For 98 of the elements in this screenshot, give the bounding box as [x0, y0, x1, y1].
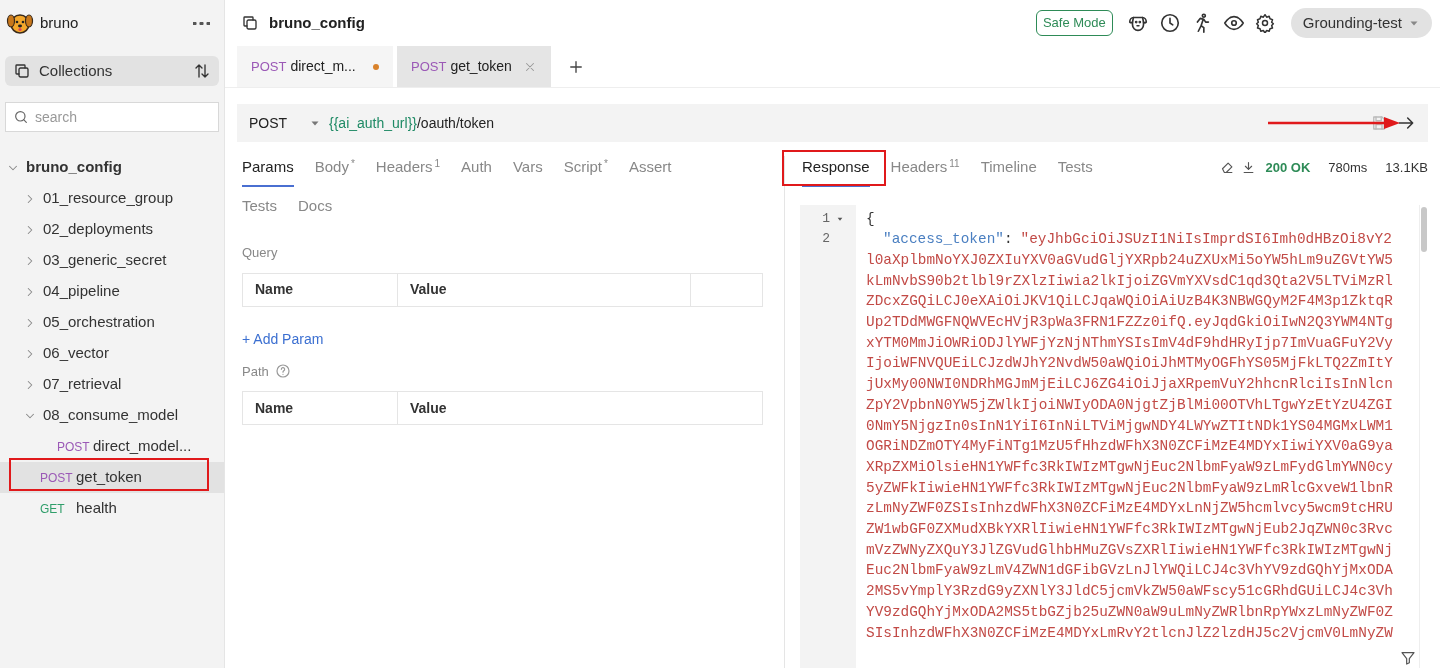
url-text: {{ai_auth_url}}/oauth/token: [329, 113, 495, 133]
panel-tab[interactable]: Vars: [512, 156, 543, 187]
safe-mode-badge[interactable]: Safe Mode: [1035, 10, 1113, 36]
settings-icon: [1254, 13, 1275, 33]
json-string: jUxMy00NWI0NDRhMGJmMjEiLCJ6ZG4iOiJjaXRpemVuY2hhcnRlciIsInNlcn: [866, 375, 1394, 395]
copy-icon: [13, 62, 31, 80]
response-time: 780ms: [1328, 159, 1368, 177]
request-item[interactable]: POST direct_model...: [0, 431, 224, 462]
json-string: "eyJhbGciOiJSUzI1NiIsImprdSI6Imh0dHBzOi8vY2: [1020, 230, 1392, 250]
line-number: 2: [822, 230, 830, 249]
download-icon: [1240, 160, 1256, 176]
folder-name: 04_pipeline: [43, 281, 120, 302]
request-item[interactable]: GET health: [0, 493, 224, 524]
folder-item[interactable]: 06_vector: [0, 338, 224, 369]
column-header: Name: [243, 273, 398, 306]
sort-icon: [193, 62, 211, 80]
folder-item[interactable]: 04_pipeline: [0, 276, 224, 307]
json-string: zLmNyZWF0ZSIsInhzdWFhX3N0ZCFiMzE4MDYxLnNjZW5hcmlvcy5wcm9tcHRU: [866, 499, 1394, 519]
folder-name: 06_vector: [43, 343, 109, 364]
eraser-icon: [1219, 160, 1235, 176]
column-header: Value: [409, 398, 448, 418]
column-header: Value: [409, 280, 448, 299]
section-label: Path: [242, 362, 269, 381]
environment-dropdown[interactable]: Grounding-test: [1290, 8, 1432, 38]
json-string: mVzZWNyZXQuY3JlZGVudGlhbHMuZGVsZXRlIiwieHN1YWFfc3RkIWIzMTgwNj: [866, 540, 1394, 560]
line-number: 1: [822, 209, 830, 228]
add-param-link[interactable]: + Add Param: [242, 328, 324, 350]
json-colon: :: [1003, 230, 1013, 250]
request-name: get_token: [76, 467, 142, 488]
save-icon: [1370, 114, 1388, 132]
json-string: Up2TDdMWGFNQWVEcHVjR3pWa3FRN1FZZz0ifQ.eyJqdGkiOiIwN2Q3YWM4NTg: [866, 313, 1394, 332]
column-header: Name: [243, 392, 398, 424]
clock-icon: [1158, 12, 1181, 34]
help-icon: [274, 363, 291, 380]
copy-icon: [241, 14, 259, 32]
json-string: 2MS5vYmplY3RzdG9yZXNlY3JldC5jcmVkZW50aWFscy51cGRhdGUiLCJ4c3Vh: [866, 582, 1394, 602]
panel-tab[interactable]: Timeline: [980, 156, 1037, 187]
folder-item[interactable]: 08_consume_model: [0, 400, 224, 431]
folder-item[interactable]: 02_deployments: [0, 214, 224, 245]
collection-item[interactable]: bruno_config: [0, 152, 224, 183]
json-key: "access_token": [883, 229, 1004, 250]
more-icon: [193, 21, 210, 25]
folder-item[interactable]: 07_retrieval: [0, 369, 224, 400]
collections-button[interactable]: Collections: [5, 56, 219, 86]
json-string: 0NmY5NjgzIn0sInN1YiI6InNiLTViMjgwNDY4LWYwZTItNDk1YS04MGMxLWM1: [866, 416, 1394, 436]
panel-tab[interactable]: Headers$^{11}$: [890, 156, 960, 187]
json-string: ZpY2VpbnN0YW5jZWlkIjoiNWIyODA0NjgtZjBlMi00OTVhLTgwYzEtYzU4ZGI: [866, 395, 1394, 415]
collection-title: bruno_config: [269, 12, 365, 33]
panel-tab[interactable]: Params: [242, 156, 294, 187]
folder-name: 03_generic_secret: [43, 250, 167, 271]
panel-tab[interactable]: Tests: [1057, 156, 1093, 187]
json-string: IjoiWFNVQUEiLCJzdWJhY2NvdW50aWQiOiJhMTMyOGFhYS05MjFkLTQ2ZmItY: [866, 354, 1394, 374]
json-string: YV9zdGQhYjMxODA2MS5tbGZjb25uZWN0aW9uLmNyZWRlbnRpYWxzLmNyZWF0Z: [866, 602, 1394, 622]
request-tab[interactable]: POST get_token: [397, 46, 551, 87]
json-string: xYTM0MmJiOWRiODJlYWFjYzNjNThmYSIsImV4dF9hdHRyIjp7ImVuaGFuY2Vy: [866, 333, 1394, 353]
request-item[interactable]: POST get_token: [0, 462, 224, 493]
scrollbar-thumb[interactable]: [1421, 206, 1427, 252]
request-name: direct_model...: [93, 436, 192, 457]
json-string: OGRiNDZmOTY4MyFiNTg1MzU5fHhzdWFhX3N0ZCFiMzE4MDYxIiwiYXV0aG9ya: [866, 437, 1394, 457]
folder-name: 02_deployments: [43, 219, 154, 240]
response-size: 13.1KB: [1385, 159, 1428, 177]
search-icon: [13, 109, 29, 125]
request-name: health: [76, 498, 117, 519]
url-bar[interactable]: POST {{ai_auth_url}}/oauth/token: [237, 104, 1428, 142]
folder-name: 07_retrieval: [43, 374, 122, 395]
json-string: l0aXplbmNoYXJ0ZXIuYXV0aGVudGljYXRpb24uZXUxMi5oYW5hLm9uZGVtYW5: [866, 250, 1394, 270]
code-line: {: [866, 209, 876, 229]
json-string: XRpZXMiOlsieHN1YWFfc3RkIWIzMTgwNjEuc2NlbmFyaW9zLmFydGlmYWN0cy: [866, 457, 1394, 477]
folder-item[interactable]: 05_orchestration: [0, 307, 224, 338]
folder-name: 08_consume_model: [43, 405, 179, 426]
search-field[interactable]: search: [5, 102, 219, 132]
method-label: GET: [40, 500, 66, 518]
method-label: POST: [57, 438, 91, 456]
panel-tab[interactable]: Tests: [242, 194, 277, 225]
request-tab[interactable]: POST direct_m...: [237, 46, 393, 87]
collection-name: bruno_config: [26, 157, 122, 178]
panel-tab[interactable]: Assert: [628, 156, 672, 187]
status-code: 200 OK: [1265, 159, 1311, 177]
json-string: ZDcxZGQiLCJ0eXAiOiJKV1QiLCJqaWQiOiAiUzB4K3NBWGQyM2F4M3p1ZktqR: [866, 292, 1394, 312]
json-string: ZW1wbGF0ZXMudXBkYXRlIiwieHN1YWFfc3RkIWIzMTgwNjEub2JqZWN0c3Rvc: [866, 520, 1394, 540]
panel-tab[interactable]: Script$^{*}$: [563, 156, 608, 187]
folder-item[interactable]: 03_generic_secret: [0, 245, 224, 276]
app-name: bruno: [40, 12, 79, 33]
panel-tab[interactable]: Headers$^{1}$: [375, 156, 441, 187]
panel-tab[interactable]: Response: [802, 156, 870, 187]
section-label: Query: [242, 244, 279, 262]
folder-name: 01_resource_group: [43, 188, 174, 209]
panel-tab[interactable]: Auth: [461, 156, 492, 187]
json-string: Euc2NlbmFyaW9zLmV4ZWN1dGFibGVzLnJlYWQiLCJ4c3VhYV9zdGQhYjMxODA: [866, 561, 1394, 581]
panel-tab[interactable]: Docs: [298, 194, 333, 225]
panel-tab[interactable]: Body$^{*}$: [314, 156, 355, 187]
json-string: kLmNvbS90b2tlbl9rZXlzIiwia2lkIjoiZGVmYXVsdC1qd3Qta2V5LTViMzRl: [866, 271, 1394, 291]
json-string: 5yZWFkIiwieHN1YWFfc3RkIWIzMTgwNjEuc2NlbmFyaW9zLmRlcGxveW1lbnR: [866, 478, 1394, 498]
json-string: SIsInhzdWFhX3N0ZCFiMzE4MDYxLmRvY2tlcnJlZ2lzdHJ5c2VjcmV0LmNyZW: [866, 623, 1394, 643]
method-selector[interactable]: POST: [249, 112, 309, 134]
folder-name: 05_orchestration: [43, 312, 155, 333]
method-label: POST: [40, 469, 74, 487]
folder-item[interactable]: 01_resource_group: [0, 183, 224, 214]
